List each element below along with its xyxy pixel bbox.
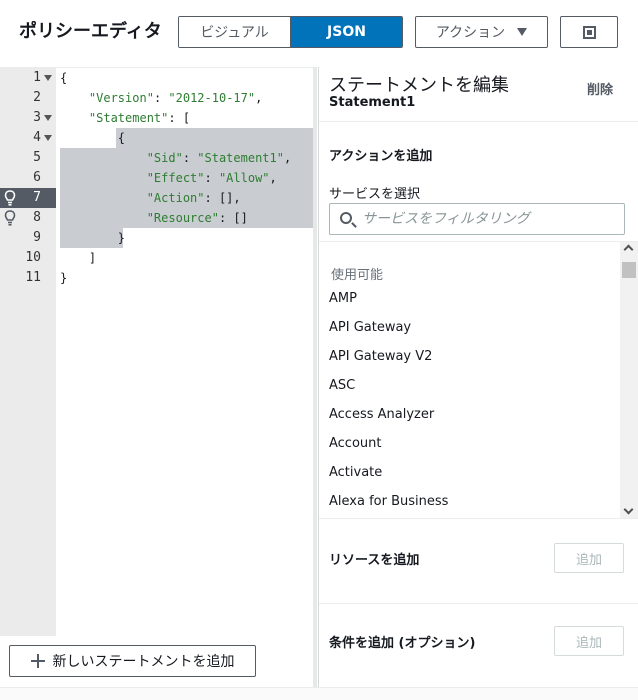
service-option[interactable]: API Gateway V2 (329, 349, 432, 364)
actions-label: アクション (435, 25, 506, 41)
service-option[interactable]: API Gateway (329, 320, 411, 335)
footer-bar (0, 687, 638, 700)
code-line: "Sid": "Statement1", (146, 151, 292, 165)
code-line: "Action": [], (146, 191, 241, 205)
select-service-label: サービスを選択 (329, 187, 421, 202)
add-condition-button[interactable]: 追加 (554, 626, 624, 656)
editor-splitter[interactable] (313, 67, 317, 687)
statement-name: Statement1 (329, 95, 416, 110)
line-number: 6 (33, 170, 41, 185)
line-number: 11 (25, 270, 41, 285)
add-action-title: アクションを追加 (329, 149, 433, 164)
code-line: "Resource": [] (146, 211, 248, 225)
add-new-statement-button[interactable]: 新しいステートメントを追加 (9, 645, 256, 677)
available-group-label: 使用可能 (331, 268, 384, 283)
add-resource-title: リソースを追加 (329, 553, 420, 568)
scroll-up-icon[interactable] (623, 244, 634, 255)
code-line: { (60, 71, 68, 85)
caret-down-icon (517, 28, 528, 36)
fold-arrow-icon[interactable] (44, 75, 52, 81)
divider (319, 603, 638, 604)
code-line: } (117, 231, 126, 245)
service-list-scrollbar[interactable] (620, 242, 638, 518)
editor-mode-toggle: ビジュアル JSON (178, 16, 403, 48)
header: ポリシーエディタ ビジュアル JSON アクション (0, 0, 638, 64)
lightbulb-icon[interactable] (4, 190, 16, 206)
code-line: "Statement": [ (88, 111, 191, 125)
line-number: 10 (25, 250, 41, 265)
tab-json[interactable]: JSON (290, 17, 402, 47)
add-condition-title: 条件を追加 (オプション) (329, 636, 476, 651)
line-number: 9 (33, 230, 41, 245)
search-icon (340, 212, 352, 224)
line-number: 4 (33, 130, 41, 145)
panel-layout-icon (582, 25, 596, 39)
service-list[interactable]: 使用可能 AMP API Gateway API Gateway V2 ASC … (319, 241, 638, 519)
code-area[interactable]: { "Version": "2012-10-17", "Statement": … (56, 68, 313, 636)
code-line: ] (88, 251, 97, 265)
delete-statement-button[interactable]: 削除 (587, 79, 613, 98)
code-line: } (60, 271, 68, 285)
service-option[interactable]: Access Analyzer (329, 407, 434, 422)
service-search-box[interactable] (329, 203, 625, 235)
actions-dropdown-button[interactable]: アクション (415, 16, 548, 48)
code-line: { (117, 131, 126, 145)
line-number: 2 (33, 90, 41, 105)
scrollbar-thumb[interactable] (622, 262, 636, 278)
line-number: 5 (33, 150, 41, 165)
service-option[interactable]: Alexa for Business (329, 494, 448, 509)
page-title: ポリシーエディタ (19, 21, 162, 42)
service-option[interactable]: Account (329, 436, 382, 451)
service-option[interactable]: AMP (329, 291, 357, 306)
statement-edit-panel: ステートメントを編集 Statement1 削除 アクションを追加 サービスを選… (318, 67, 638, 700)
plus-icon (30, 654, 45, 668)
add-new-statement-label: 新しいステートメントを追加 (52, 654, 235, 670)
selection-highlight (116, 128, 313, 148)
fold-arrow-icon[interactable] (44, 135, 52, 141)
code-line: "Effect": "Allow", (146, 171, 277, 185)
toggle-panel-button[interactable] (560, 16, 618, 48)
lightbulb-icon[interactable] (4, 210, 16, 226)
line-number: 3 (33, 110, 41, 125)
service-filter-input[interactable] (362, 209, 617, 229)
tab-visual[interactable]: ビジュアル (179, 17, 290, 47)
service-option[interactable]: ASC (329, 378, 355, 393)
scroll-down-icon[interactable] (623, 504, 634, 515)
line-number-gutter: 1 2 3 4 5 6 7 8 9 10 11 (0, 68, 56, 636)
panel-title: ステートメントを編集 (329, 75, 509, 96)
json-code-editor[interactable]: 1 2 3 4 5 6 7 8 9 10 11 { "Version": "20… (0, 67, 313, 636)
line-number: 1 (33, 70, 41, 85)
divider (319, 121, 638, 122)
service-option[interactable]: Activate (329, 465, 382, 480)
add-resource-button[interactable]: 追加 (554, 543, 624, 573)
code-line: "Version": "2012-10-17", (88, 91, 263, 105)
fold-arrow-icon[interactable] (44, 115, 52, 121)
